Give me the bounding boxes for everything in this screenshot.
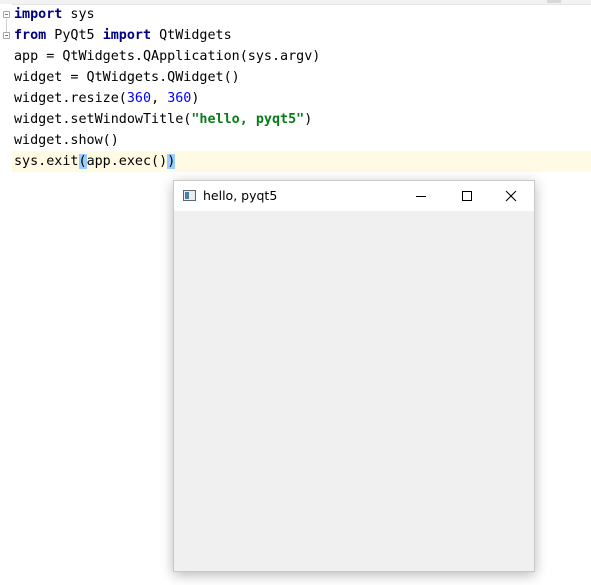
qt-window-icon[interactable] xyxy=(183,190,196,201)
brace-match-close: ) xyxy=(167,154,176,169)
string-token: "hello, pyqt5" xyxy=(191,112,305,127)
code-line-4[interactable]: widget = QtWidgets.QWidget() xyxy=(14,67,240,88)
editor-gutter xyxy=(0,4,12,585)
code-token: sys xyxy=(62,7,95,22)
fold-guide xyxy=(6,19,7,33)
scroll-marker xyxy=(547,0,561,3)
code-token: ) xyxy=(304,112,313,127)
close-icon xyxy=(505,190,517,202)
keyword-token: import xyxy=(14,7,63,22)
code-line-1[interactable]: import sys xyxy=(14,4,95,25)
window-client-area[interactable] xyxy=(174,211,534,571)
minimize-icon xyxy=(416,196,426,197)
fold-icon[interactable] xyxy=(3,11,10,18)
fold-icon[interactable] xyxy=(3,32,10,39)
code-line-3[interactable]: app = QtWidgets.QApplication(sys.argv) xyxy=(14,46,320,67)
maximize-icon xyxy=(462,191,472,201)
code-token: PyQt5 xyxy=(46,28,103,43)
code-line-8[interactable]: sys.exit(app.exec()) xyxy=(14,151,176,172)
minimize-button[interactable] xyxy=(398,181,444,211)
maximize-button[interactable] xyxy=(444,181,490,211)
code-line-6[interactable]: widget.setWindowTitle("hello, pyqt5") xyxy=(14,109,312,130)
code-token: widget.setWindowTitle( xyxy=(14,112,192,127)
brace-match-open: ( xyxy=(78,154,87,169)
close-button[interactable] xyxy=(488,181,534,211)
window-title: hello, pyqt5 xyxy=(203,188,278,203)
window-titlebar[interactable]: hello, pyqt5 xyxy=(174,181,534,211)
code-token: sys.exit xyxy=(14,154,79,169)
code-token: app.exec() xyxy=(86,154,168,169)
code-line-2[interactable]: from PyQt5 import QtWidgets xyxy=(14,25,232,46)
code-token: , xyxy=(151,91,168,106)
qt-window[interactable]: hello, pyqt5 xyxy=(173,180,535,572)
code-token: ) xyxy=(191,91,200,106)
code-line-5[interactable]: widget.resize(360, 360) xyxy=(14,88,199,109)
number-token: 360 xyxy=(167,91,192,106)
code-line-7[interactable]: widget.show() xyxy=(14,130,119,151)
code-token: widget.resize( xyxy=(14,91,127,106)
keyword-token: from xyxy=(14,28,47,43)
number-token: 360 xyxy=(126,91,152,106)
keyword-token: import xyxy=(102,28,152,43)
code-token: QtWidgets xyxy=(151,28,232,43)
